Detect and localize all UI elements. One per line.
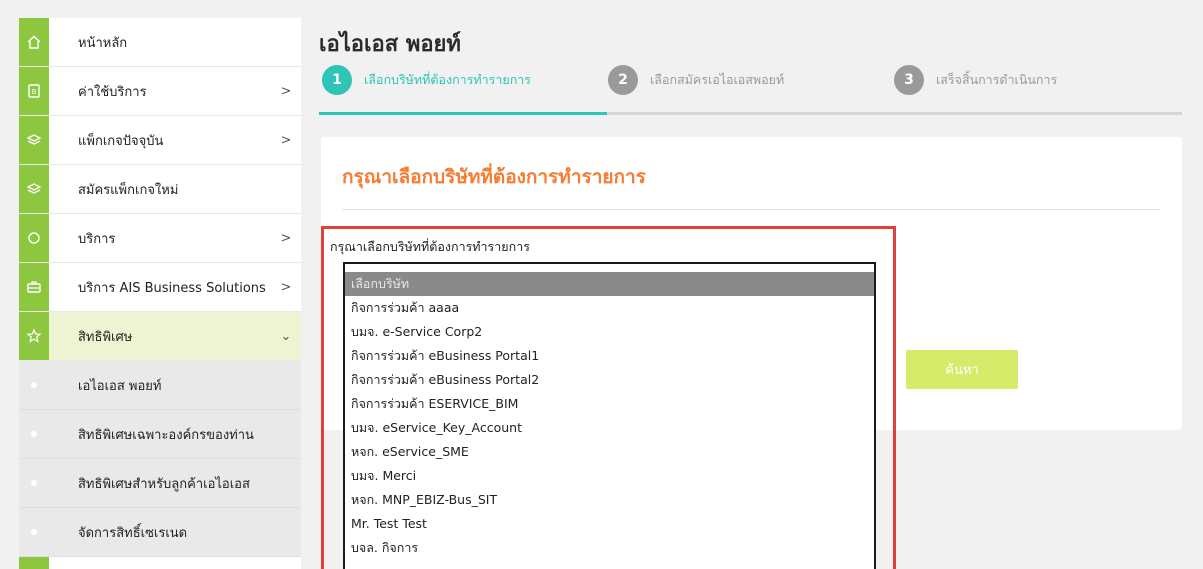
- dropdown-option[interactable]: กิจการร่วมค้า eBusiness Portal2: [345, 368, 874, 392]
- circle-icon: [19, 214, 49, 262]
- progress-track: [319, 112, 1182, 115]
- step-number: 3: [894, 65, 924, 95]
- sidebar-item-current-package[interactable]: แพ็กเกจปัจจุบัน >: [19, 116, 301, 165]
- dot-icon: [19, 361, 49, 409]
- company-select-label: กรุณาเลือกบริษัทที่ต้องการทำรายการ: [330, 239, 530, 254]
- sidebar-subitem-customer-privileges[interactable]: สิทธิพิเศษสำหรับลูกค้าเอไอเอส: [19, 459, 301, 508]
- layers-icon: [19, 116, 49, 164]
- sidebar-item-home[interactable]: หน้าหลัก: [19, 18, 301, 67]
- sidebar-item-label: บริการ AIS Business Solutions: [78, 280, 266, 296]
- chevron-right-icon: >: [280, 132, 292, 148]
- sidebar-item-label: แพ็กเกจปัจจุบัน: [78, 133, 164, 149]
- search-button[interactable]: ค้นหา: [906, 350, 1018, 389]
- chevron-right-icon: >: [280, 83, 292, 99]
- dropdown-option[interactable]: กิจการร่วมค้า aaaa: [345, 296, 874, 320]
- sidebar-item-label: เอไอเอส พอยท์: [78, 378, 162, 394]
- company-select-dropdown[interactable]: เลือกบริษัท กิจการร่วมค้า aaaa บมจ. e-Serv…: [343, 262, 876, 569]
- briefcase-icon: [19, 263, 49, 311]
- sidebar-item-label: จัดการสิทธิ์เซเรเนด: [78, 525, 188, 541]
- sidebar-item-business-solutions[interactable]: บริการ AIS Business Solutions >: [19, 263, 301, 312]
- sidebar-item-services[interactable]: บริการ >: [19, 214, 301, 263]
- sidebar-item-label: หน้าหลัก: [78, 35, 128, 51]
- sidebar-subitem-serenade[interactable]: จัดการสิทธิ์เซเรเนด: [19, 508, 301, 557]
- step-3: 3 เสร็จสิ้นการดำเนินการ: [894, 65, 1057, 95]
- chevron-right-icon: >: [280, 230, 292, 246]
- sidebar-item-label: สิทธิพิเศษ: [78, 329, 133, 345]
- sidebar-item-billing[interactable]: B ค่าใช้บริการ >: [19, 67, 301, 116]
- step-number: 2: [608, 65, 638, 95]
- sidebar-item-label: สิทธิพิเศษเฉพาะองค์กรของท่าน: [78, 427, 254, 443]
- step-label: เสร็จสิ้นการดำเนินการ: [936, 72, 1058, 87]
- dropdown-option[interactable]: Mr. Test Test: [345, 512, 874, 536]
- step-label: เลือกบริษัทที่ต้องการทำรายการ: [364, 72, 532, 87]
- stepper: 1 เลือกบริษัทที่ต้องการทำรายการ 2 เลือกส…: [319, 63, 1182, 117]
- page-title: เอไอเอส พอยท์: [319, 32, 461, 57]
- dropdown-option[interactable]: บมจ. Merci: [345, 464, 874, 488]
- layers-icon: [19, 165, 49, 213]
- dropdown-option[interactable]: กิจการร่วมค้า ESERVICE_BIM: [345, 392, 874, 416]
- sidebar-accent-strip: [19, 557, 49, 569]
- dropdown-option[interactable]: หจก. eService_SME: [345, 440, 874, 464]
- step-1: 1 เลือกบริษัทที่ต้องการทำรายการ: [322, 65, 531, 95]
- chevron-right-icon: >: [280, 279, 292, 295]
- dropdown-option[interactable]: เลือกบริษัท: [345, 272, 874, 296]
- dropdown-option[interactable]: กิจการร่วมค้า eBusiness Portal1: [345, 344, 874, 368]
- dropdown-option[interactable]: บมจ. e-Service Corp2: [345, 320, 874, 344]
- svg-text:B: B: [32, 88, 37, 96]
- dropdown-option[interactable]: บจล. กิจการ: [345, 536, 874, 560]
- step-2: 2 เลือกสมัครเอไอเอสพอยท์: [608, 65, 784, 95]
- dropdown-option[interactable]: หจก. MNP_EBIZ-Bus_SIT: [345, 488, 874, 512]
- dropdown-option[interactable]: บมจ. eService_Key_Account: [345, 416, 874, 440]
- step-label: เลือกสมัครเอไอเอสพอยท์: [650, 72, 785, 87]
- star-icon: [19, 312, 49, 360]
- sidebar-item-label: บริการ: [78, 231, 116, 247]
- sidebar-item-new-package[interactable]: สมัครแพ็กเกจใหม่: [19, 165, 301, 214]
- dot-icon: [19, 410, 49, 458]
- sidebar-subitem-ais-points[interactable]: เอไอเอส พอยท์: [19, 361, 301, 410]
- sidebar-item-label: สมัครแพ็กเกจใหม่: [78, 182, 179, 198]
- dot-icon: [19, 508, 49, 556]
- chevron-down-icon: ⌄: [280, 328, 292, 344]
- sidebar: หน้าหลัก B ค่าใช้บริการ > แพ็กเกจปัจจุบั…: [19, 18, 301, 569]
- card-title: กรุณาเลือกบริษัทที่ต้องการทำรายการ: [342, 166, 646, 188]
- progress-fill: [319, 112, 607, 115]
- dot-icon: [19, 459, 49, 507]
- divider: [342, 209, 1160, 210]
- sidebar-item-privileges[interactable]: สิทธิพิเศษ ⌄: [19, 312, 301, 361]
- sidebar-subitem-org-privileges[interactable]: สิทธิพิเศษเฉพาะองค์กรของท่าน: [19, 410, 301, 459]
- home-icon: [19, 18, 49, 66]
- sidebar-item-label: ค่าใช้บริการ: [78, 84, 147, 100]
- sidebar-item-label: สิทธิพิเศษสำหรับลูกค้าเอไอเอส: [78, 476, 250, 492]
- step-number: 1: [322, 65, 352, 95]
- bill-icon: B: [19, 67, 49, 115]
